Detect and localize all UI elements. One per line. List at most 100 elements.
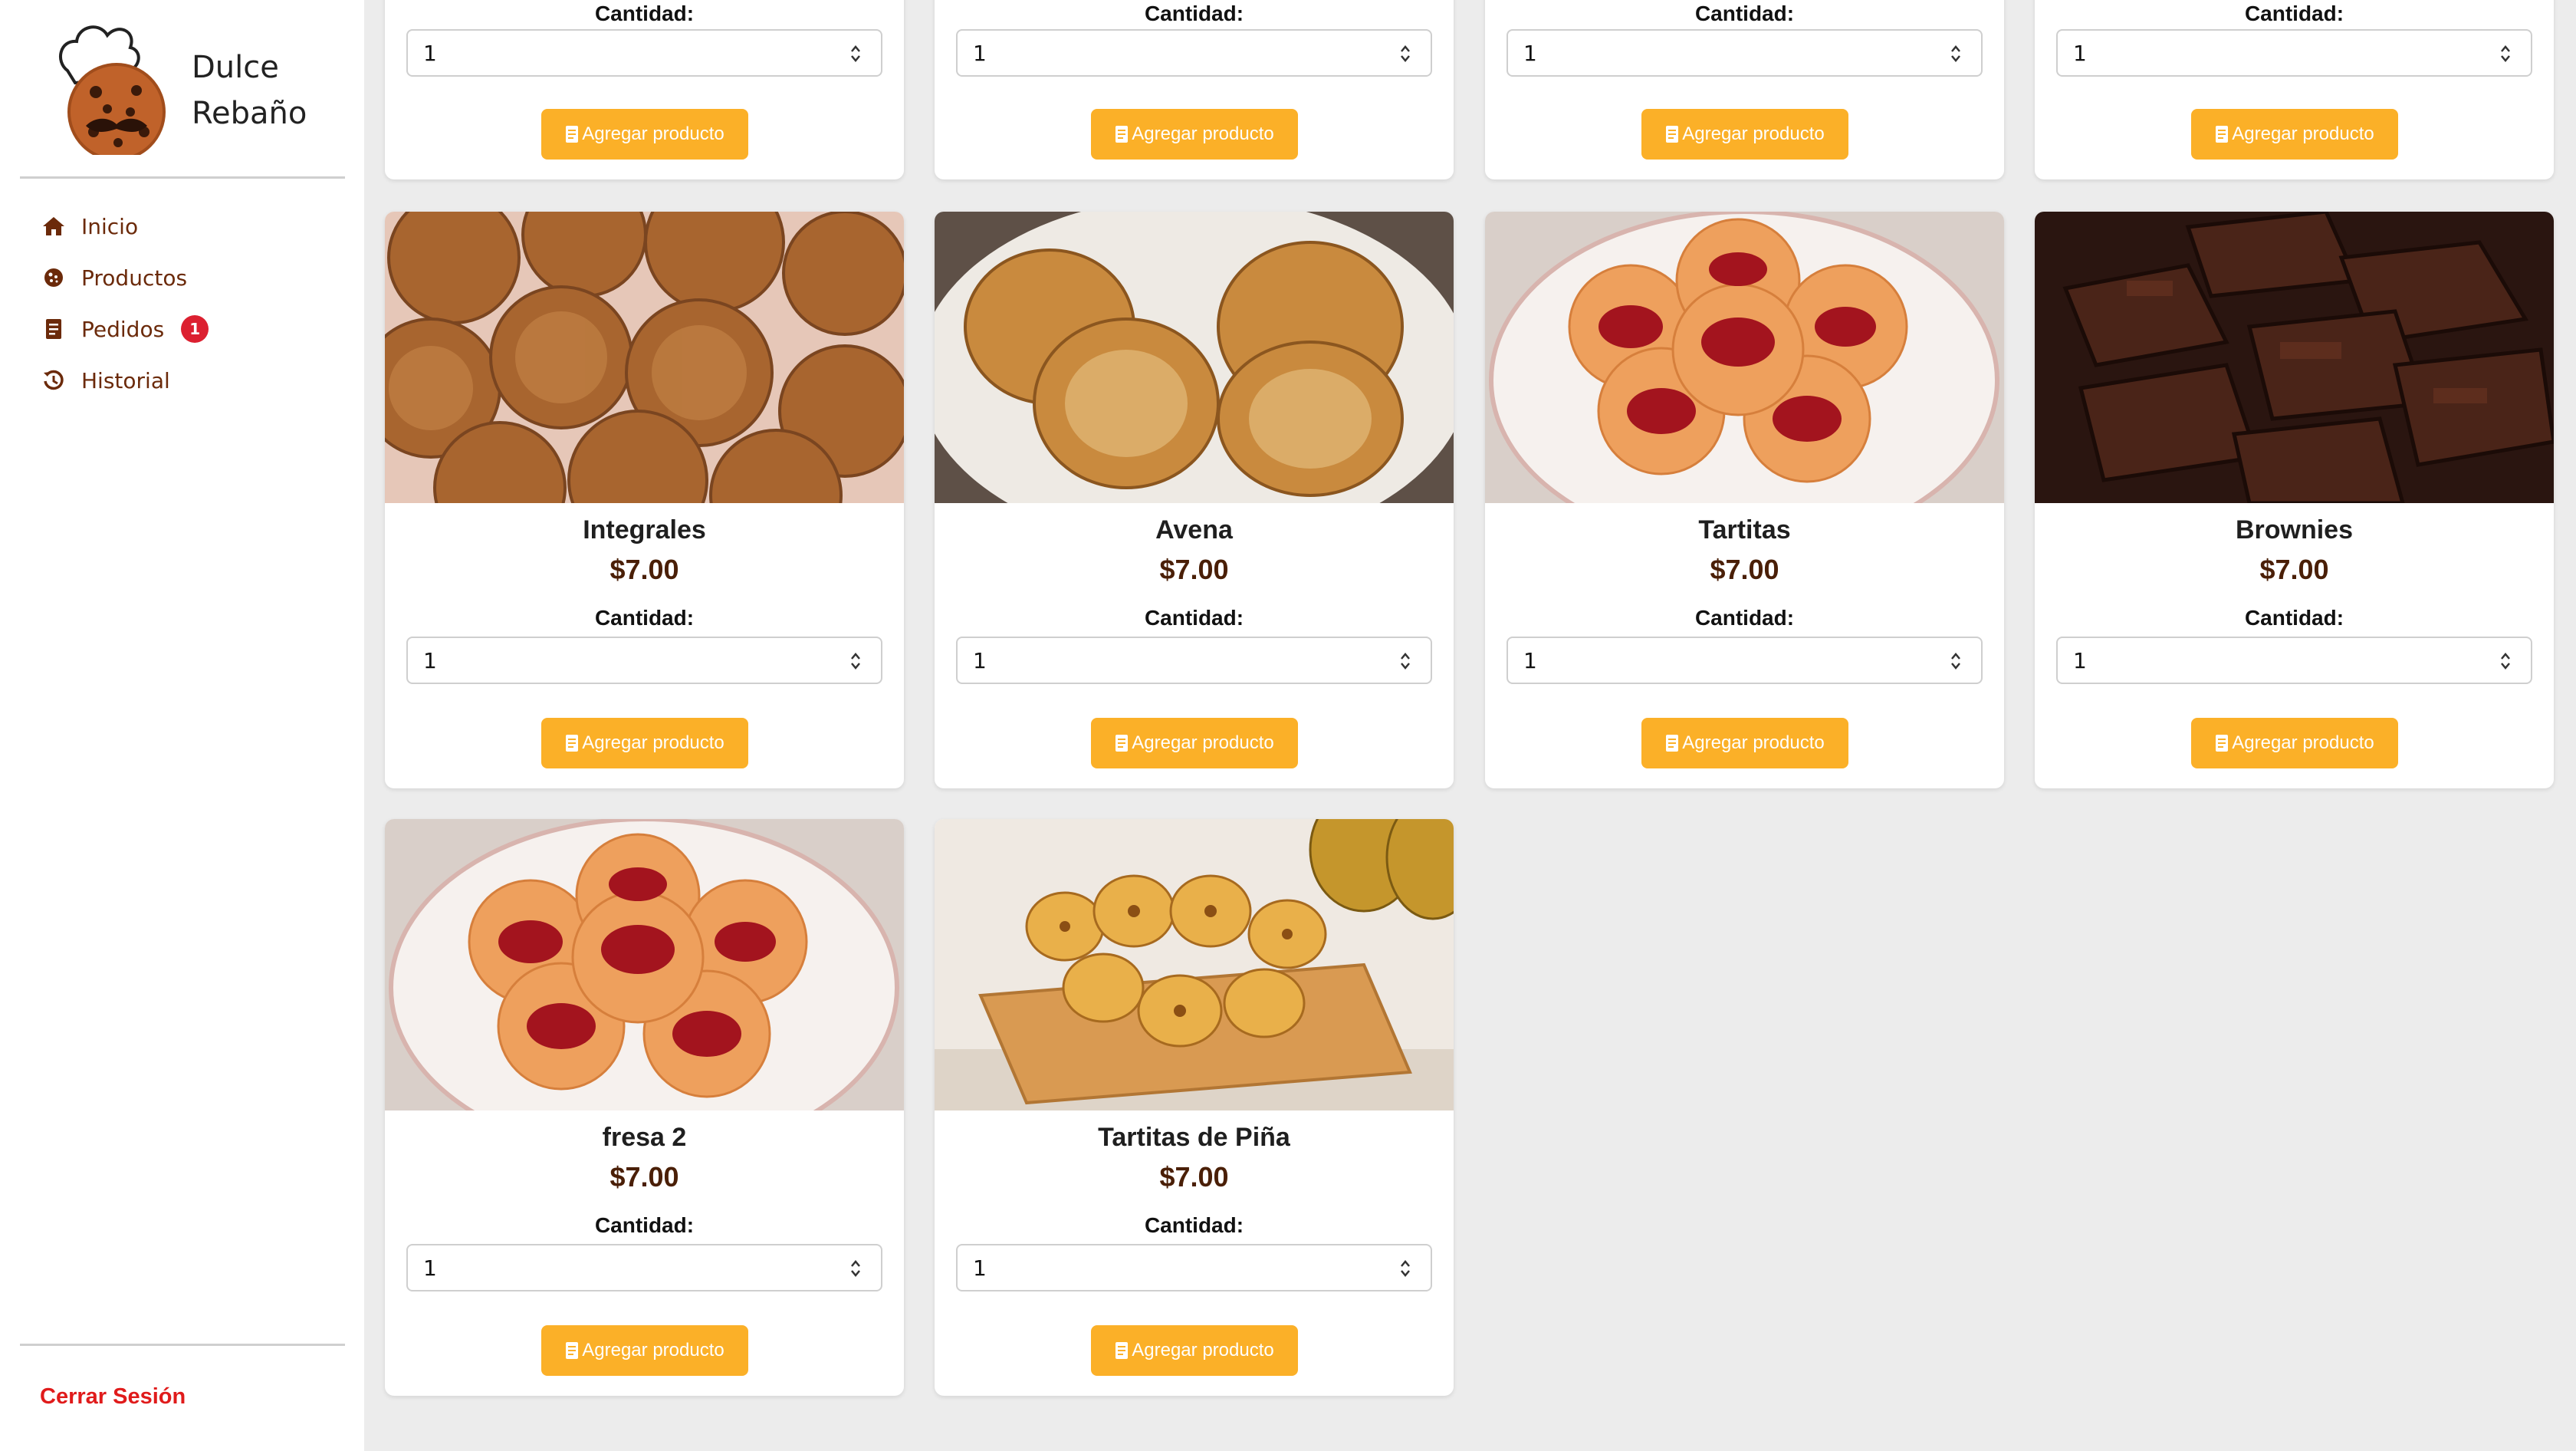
product-price: $7.00 xyxy=(2259,554,2329,585)
spinner-arrows-icon[interactable] xyxy=(847,646,864,676)
product-card-partial-3: Cantidad: 1 Agregar producto xyxy=(1485,0,2004,179)
brand-line-2: Rebaño xyxy=(192,96,307,131)
receipt-icon xyxy=(566,1342,579,1359)
product-price: $7.00 xyxy=(610,554,679,585)
add-product-label: Agregar producto xyxy=(582,1340,724,1361)
quantity-label: Cantidad: xyxy=(1144,606,1244,630)
sidebar-item-label: Productos xyxy=(81,265,188,291)
quantity-input[interactable]: 1 xyxy=(1506,637,1983,684)
add-product-button[interactable]: Agregar producto xyxy=(1641,109,1848,160)
sidebar-item-label: Inicio xyxy=(81,213,139,239)
add-product-button[interactable]: Agregar producto xyxy=(1641,718,1848,768)
spinner-arrows-icon[interactable] xyxy=(847,38,864,69)
product-name: Avena xyxy=(1155,515,1233,545)
add-product-button[interactable]: Agregar producto xyxy=(1091,718,1298,768)
product-image-brownies xyxy=(2035,212,2554,503)
product-image-integrales xyxy=(385,212,904,503)
sidebar-item-pedidos[interactable]: Pedidos 1 xyxy=(40,310,209,348)
quantity-label: Cantidad: xyxy=(1694,2,1795,25)
product-image-avena xyxy=(935,212,1454,503)
add-product-button[interactable]: Agregar producto xyxy=(541,718,748,768)
product-card: Avena $7.00 Cantidad: 1 Agregar producto xyxy=(935,212,1454,788)
quantity-input[interactable]: 1 xyxy=(2056,29,2532,77)
product-card-partial-1: Cantidad: 1 Agregar producto xyxy=(385,0,904,179)
quantity-input[interactable]: 1 xyxy=(956,1244,1432,1291)
quantity-label: Cantidad: xyxy=(1694,606,1795,630)
quantity-value: 1 xyxy=(423,1255,437,1281)
product-card: Integrales $7.00 Cantidad: 1 Agregar pro… xyxy=(385,212,904,788)
add-product-label: Agregar producto xyxy=(582,123,724,144)
add-product-button[interactable]: Agregar producto xyxy=(541,109,748,160)
product-card-partial-4: Cantidad: 1 Agregar producto xyxy=(2035,0,2554,179)
quantity-input[interactable]: 1 xyxy=(406,637,882,684)
product-price: $7.00 xyxy=(610,1161,679,1193)
product-price: $7.00 xyxy=(1159,554,1229,585)
orders-count-badge: 1 xyxy=(181,315,209,343)
quantity-input[interactable]: 1 xyxy=(956,637,1432,684)
quantity-value: 1 xyxy=(973,40,987,66)
spinner-arrows-icon[interactable] xyxy=(847,1253,864,1284)
quantity-input[interactable]: 1 xyxy=(2056,637,2532,684)
product-name: fresa 2 xyxy=(602,1123,687,1152)
quantity-input[interactable]: 1 xyxy=(406,1244,882,1291)
quantity-value: 1 xyxy=(1523,647,1537,673)
receipt-icon xyxy=(1116,126,1129,143)
product-card: Brownies $7.00 Cantidad: 1 Agregar produ… xyxy=(2035,212,2554,788)
brand-name: Dulce Rebaño xyxy=(192,44,360,137)
quantity-value: 1 xyxy=(2073,40,2087,66)
spinner-arrows-icon[interactable] xyxy=(2497,646,2514,676)
quantity-label: Cantidad: xyxy=(2244,2,2344,25)
sidebar-divider-top xyxy=(20,176,345,179)
sidebar: Dulce Rebaño Inicio Productos Pedidos 1 … xyxy=(0,0,364,1451)
add-product-label: Agregar producto xyxy=(1682,123,1825,144)
history-icon xyxy=(40,367,67,394)
product-name: Tartitas xyxy=(1698,515,1791,545)
home-icon xyxy=(40,212,67,240)
spinner-arrows-icon[interactable] xyxy=(1397,38,1414,69)
add-product-button[interactable]: Agregar producto xyxy=(2191,109,2398,160)
add-product-button[interactable]: Agregar producto xyxy=(541,1325,748,1376)
sidebar-item-inicio[interactable]: Inicio xyxy=(40,207,138,245)
add-product-button[interactable]: Agregar producto xyxy=(1091,1325,1298,1376)
quantity-label: Cantidad: xyxy=(594,2,695,25)
quantity-value: 1 xyxy=(423,40,437,66)
add-product-label: Agregar producto xyxy=(1132,1340,1274,1361)
sidebar-item-historial[interactable]: Historial xyxy=(40,361,170,400)
quantity-input[interactable]: 1 xyxy=(406,29,882,77)
brand[interactable]: Dulce Rebaño xyxy=(54,17,360,155)
quantity-value: 1 xyxy=(423,647,437,673)
quantity-label: Cantidad: xyxy=(1144,2,1244,25)
spinner-arrows-icon[interactable] xyxy=(1947,646,1964,676)
logo-chef-cookie-icon xyxy=(59,25,166,155)
add-product-button[interactable]: Agregar producto xyxy=(2191,718,2398,768)
product-card: fresa 2 $7.00 Cantidad: 1 Agregar produc… xyxy=(385,819,904,1396)
add-product-label: Agregar producto xyxy=(1132,732,1274,753)
add-product-label: Agregar producto xyxy=(1682,732,1825,753)
add-product-label: Agregar producto xyxy=(1132,123,1274,144)
spinner-arrows-icon[interactable] xyxy=(1397,1253,1414,1284)
cookie-icon xyxy=(40,264,67,291)
product-card-partial-2: Cantidad: 1 Agregar producto xyxy=(935,0,1454,179)
product-name: Tartitas de Piña xyxy=(1098,1123,1290,1152)
quantity-value: 1 xyxy=(1523,40,1537,66)
product-card: Tartitas $7.00 Cantidad: 1 Agregar produ… xyxy=(1485,212,2004,788)
quantity-label: Cantidad: xyxy=(2244,606,2344,630)
quantity-input[interactable]: 1 xyxy=(956,29,1432,77)
product-card: Tartitas de Piña $7.00 Cantidad: 1 Agreg… xyxy=(935,819,1454,1396)
quantity-label: Cantidad: xyxy=(594,606,695,630)
spinner-arrows-icon[interactable] xyxy=(1397,646,1414,676)
add-product-button[interactable]: Agregar producto xyxy=(1091,109,1298,160)
quantity-label: Cantidad: xyxy=(594,1213,695,1237)
spinner-arrows-icon[interactable] xyxy=(2497,38,2514,69)
receipt-icon xyxy=(566,126,579,143)
quantity-input[interactable]: 1 xyxy=(1506,29,1983,77)
spinner-arrows-icon[interactable] xyxy=(1947,38,1964,69)
product-grid: Cantidad: 1 Agregar producto Cantidad: 1… xyxy=(364,0,2576,1451)
sidebar-item-productos[interactable]: Productos xyxy=(40,258,187,297)
sidebar-item-label: Historial xyxy=(81,367,170,393)
product-image-tartitas-de-pina xyxy=(935,819,1454,1110)
product-name: Integrales xyxy=(583,515,706,545)
receipt-icon xyxy=(566,735,579,752)
receipt-icon xyxy=(40,315,67,343)
logout-button[interactable]: Cerrar Sesión xyxy=(40,1384,186,1410)
